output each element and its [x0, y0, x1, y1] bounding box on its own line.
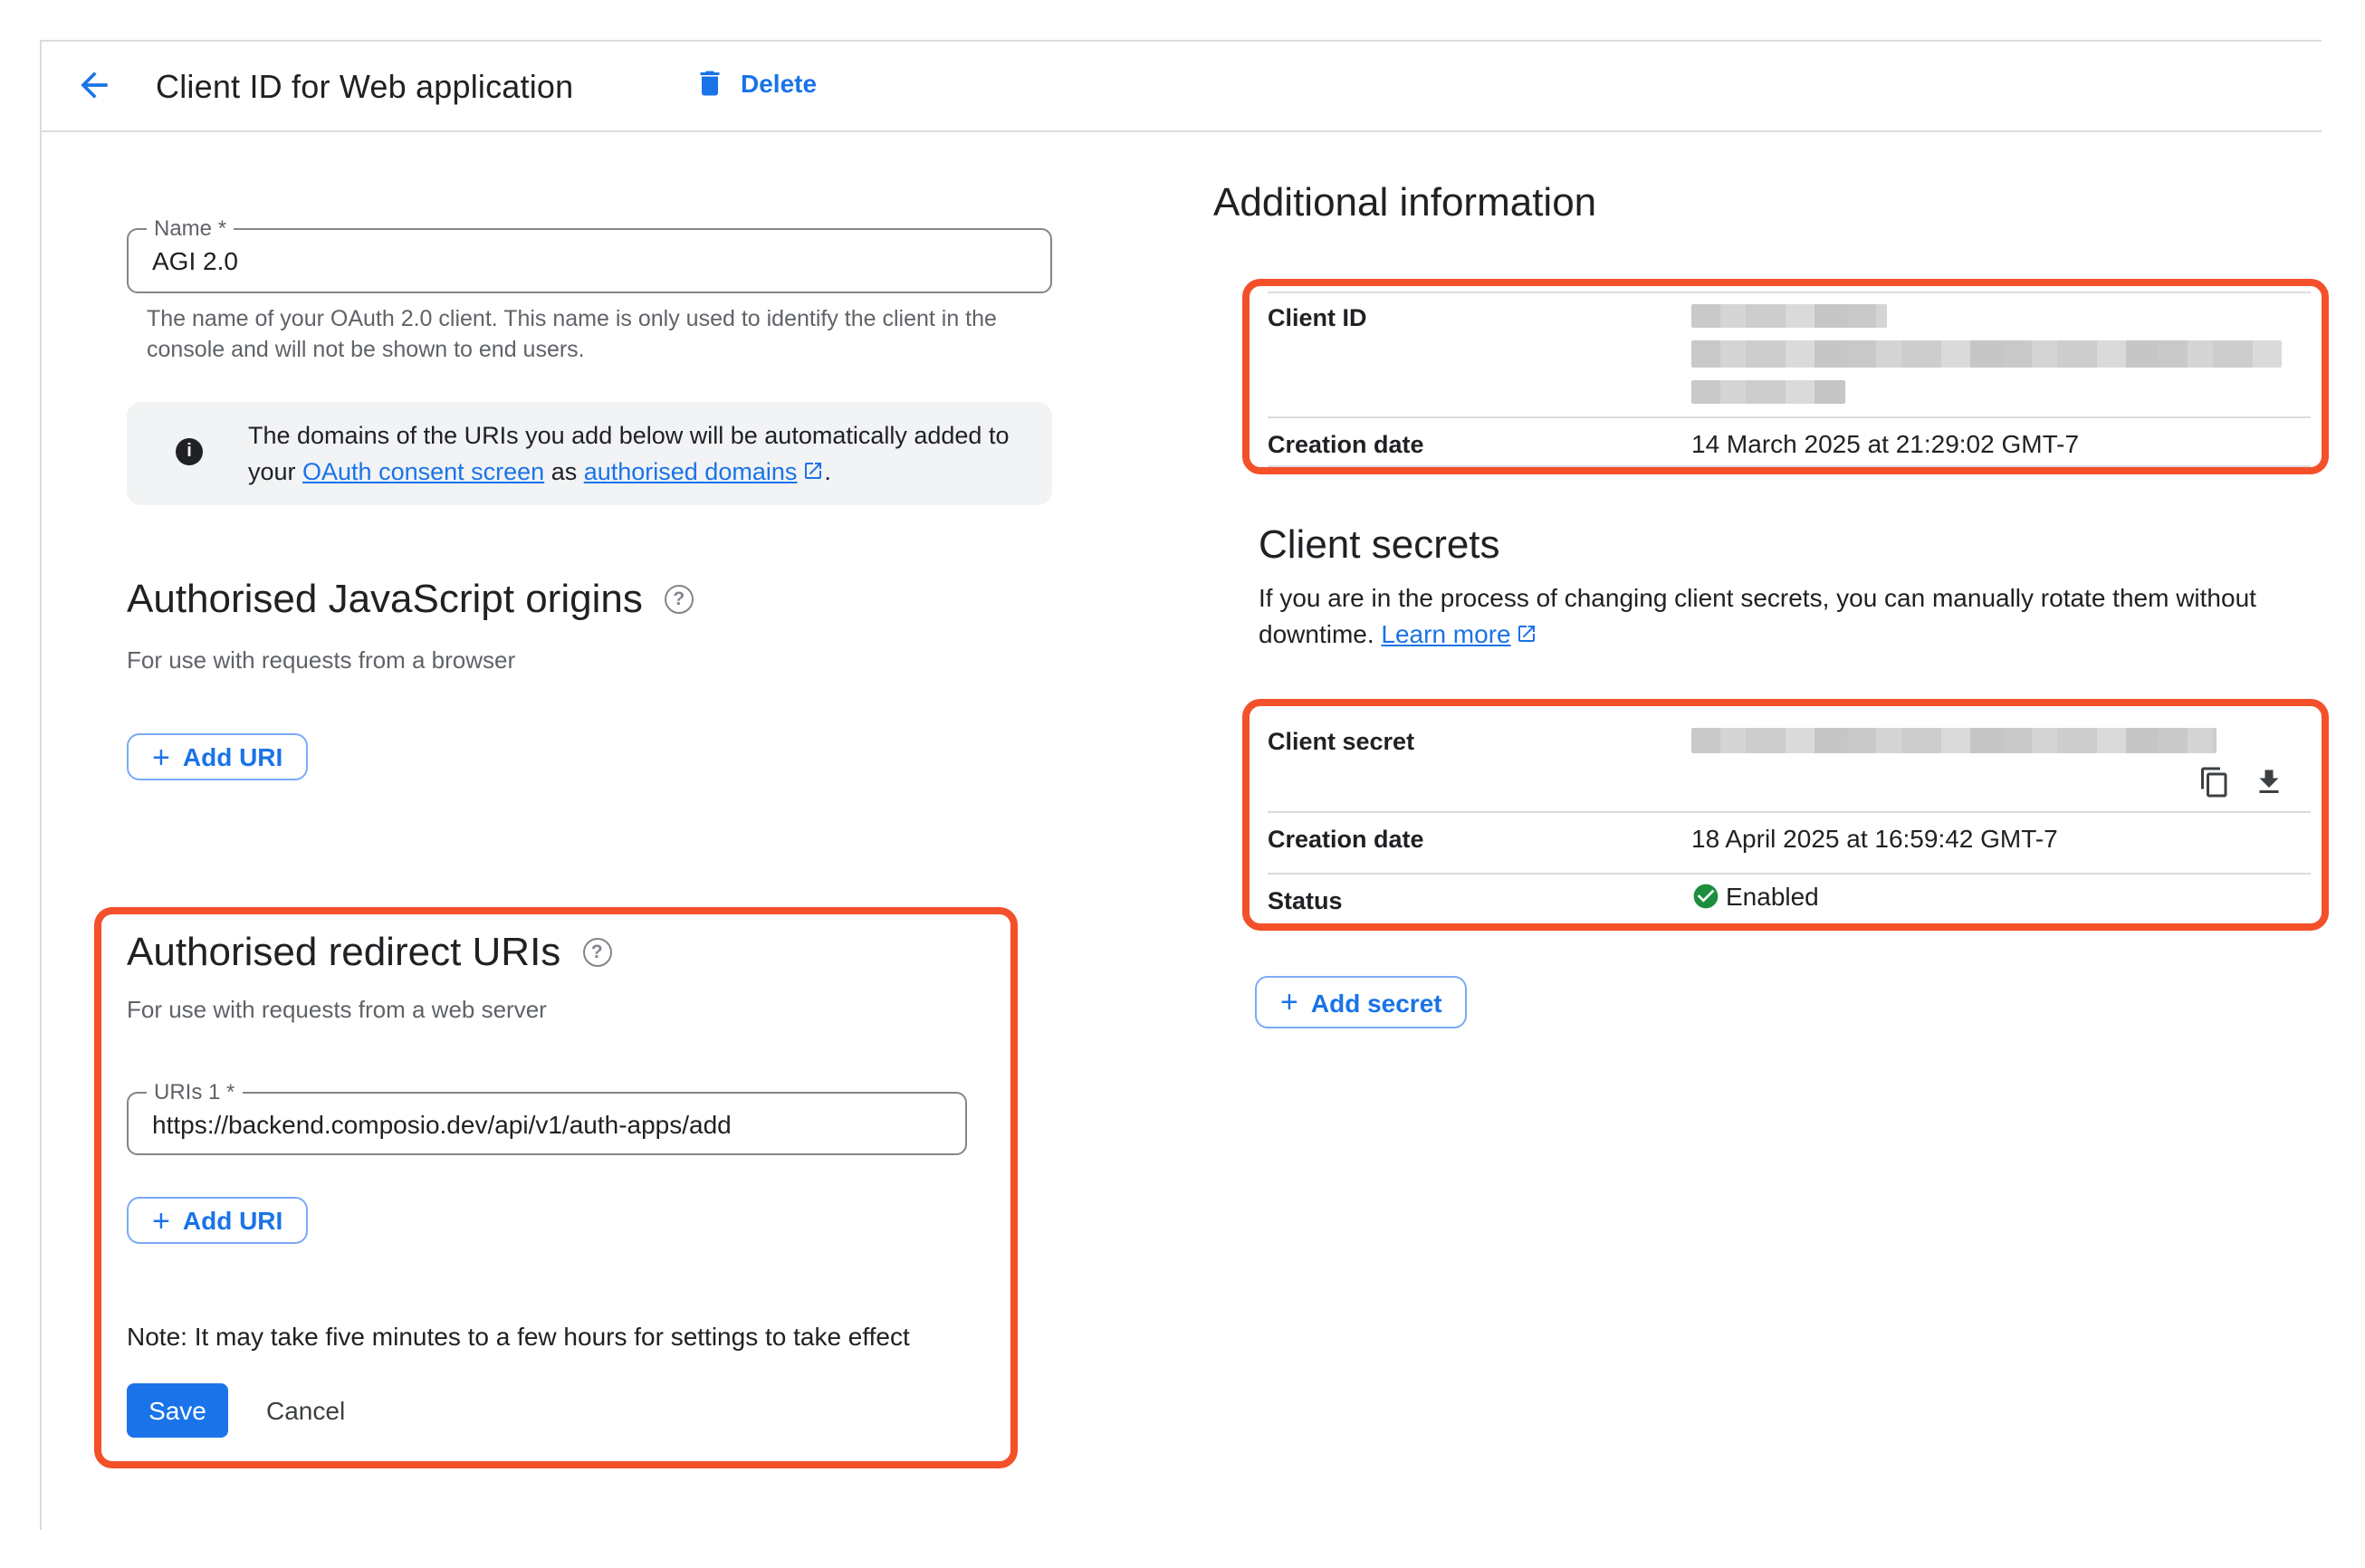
- js-origins-help-icon[interactable]: ?: [665, 585, 694, 614]
- panel-left-border: [40, 40, 42, 1530]
- row-divider: [1268, 465, 2311, 467]
- additional-info-heading: Additional information: [1213, 179, 1596, 226]
- row-divider: [1268, 873, 2311, 875]
- check-circle-icon: [1691, 882, 1720, 911]
- client-secret-redacted-line: [1691, 728, 2217, 753]
- back-button[interactable]: [69, 60, 120, 110]
- header-bottom-border: [40, 130, 2322, 132]
- delete-button[interactable]: Delete: [694, 67, 817, 100]
- creation-date-label: Creation date: [1268, 431, 1424, 458]
- client-secret-highlight-box: Client secret Creation date 18 April 202…: [1242, 699, 2329, 931]
- back-arrow-icon: [74, 65, 114, 105]
- info-banner: i The domains of the URIs you add below …: [127, 402, 1052, 505]
- cancel-button[interactable]: Cancel: [266, 1383, 345, 1438]
- panel-top-border: [40, 40, 2322, 42]
- redirect-uris-heading: Authorised redirect URIs ?: [127, 929, 611, 976]
- page-title: Client ID for Web application: [156, 69, 573, 107]
- name-field: Name *: [127, 228, 1052, 293]
- redirect-uris-highlight-box: [94, 907, 1018, 1468]
- add-secret-label: Add secret: [1311, 988, 1442, 1017]
- uri-1-field: URIs 1 *: [127, 1092, 967, 1155]
- redirect-uris-help-icon[interactable]: ?: [582, 938, 611, 967]
- client-id-highlight-box: Client ID Creation date 14 March 2025 at…: [1242, 279, 2329, 474]
- page: Client ID for Web application Delete Nam…: [0, 0, 2365, 1568]
- download-icon[interactable]: [2253, 766, 2285, 798]
- client-secret-label: Client secret: [1268, 728, 1414, 755]
- banner-text-3: .: [824, 458, 831, 485]
- redirect-uris-subtitle: For use with requests from a web server: [127, 996, 547, 1023]
- learn-more-link[interactable]: Learn more: [1381, 619, 1510, 648]
- plus-icon: +: [152, 1205, 170, 1236]
- row-divider: [1268, 416, 2311, 418]
- name-input[interactable]: [129, 230, 1050, 292]
- external-link-icon: [1517, 617, 1538, 654]
- info-icon: i: [176, 438, 203, 465]
- plus-icon: +: [152, 741, 170, 772]
- client-secrets-title: Client secrets: [1259, 521, 1500, 569]
- oauth-consent-screen-link[interactable]: OAuth consent screen: [302, 458, 544, 485]
- info-banner-text: The domains of the URIs you add below wi…: [248, 418, 1030, 492]
- row-divider: [1268, 811, 2311, 813]
- add-uri-label: Add URI: [183, 1206, 282, 1235]
- status-label: Status: [1268, 887, 1343, 914]
- creation-date-value: 14 March 2025 at 21:29:02 GMT-7: [1691, 429, 2079, 458]
- js-origins-subtitle: For use with requests from a browser: [127, 646, 515, 674]
- settings-note: Note: It may take five minutes to a few …: [127, 1322, 910, 1351]
- add-secret-button[interactable]: + Add secret: [1255, 976, 1468, 1028]
- js-origins-title: Authorised JavaScript origins: [127, 576, 643, 623]
- additional-info-title: Additional information: [1213, 179, 1596, 226]
- js-origins-heading: Authorised JavaScript origins ?: [127, 576, 694, 623]
- save-button[interactable]: Save: [127, 1383, 228, 1438]
- client-id-redacted-line-1: [1691, 304, 1887, 328]
- row-divider: [1268, 292, 2311, 293]
- client-secrets-description: If you are in the process of changing cl…: [1259, 579, 2282, 654]
- client-secrets-heading: Client secrets: [1259, 521, 1500, 569]
- plus-icon: +: [1280, 987, 1298, 1018]
- secret-creation-date-label: Creation date: [1268, 826, 1424, 853]
- status-badge: Enabled: [1691, 882, 1819, 911]
- secret-creation-date-value: 18 April 2025 at 16:59:42 GMT-7: [1691, 824, 2058, 853]
- uri-1-label: URIs 1 *: [147, 1081, 242, 1104]
- add-uri-label: Add URI: [183, 742, 282, 771]
- name-helper-text: The name of your OAuth 2.0 client. This …: [147, 304, 998, 364]
- name-field-label: Name *: [147, 217, 234, 241]
- status-value: Enabled: [1726, 882, 1819, 911]
- authorised-domains-link[interactable]: authorised domains: [584, 458, 798, 485]
- add-js-origin-uri-button[interactable]: + Add URI: [127, 733, 308, 780]
- trash-icon: [694, 67, 726, 100]
- uri-1-input[interactable]: [129, 1094, 965, 1153]
- client-id-redacted-line-2: [1691, 340, 2282, 368]
- client-id-label: Client ID: [1268, 304, 1367, 331]
- external-link-icon: [802, 456, 824, 492]
- redirect-uris-title: Authorised redirect URIs: [127, 929, 560, 976]
- copy-icon[interactable]: [2198, 766, 2231, 798]
- banner-text-2: as: [544, 458, 584, 485]
- client-id-redacted-line-3: [1691, 380, 1845, 404]
- delete-label: Delete: [741, 69, 817, 98]
- add-redirect-uri-button[interactable]: + Add URI: [127, 1197, 308, 1244]
